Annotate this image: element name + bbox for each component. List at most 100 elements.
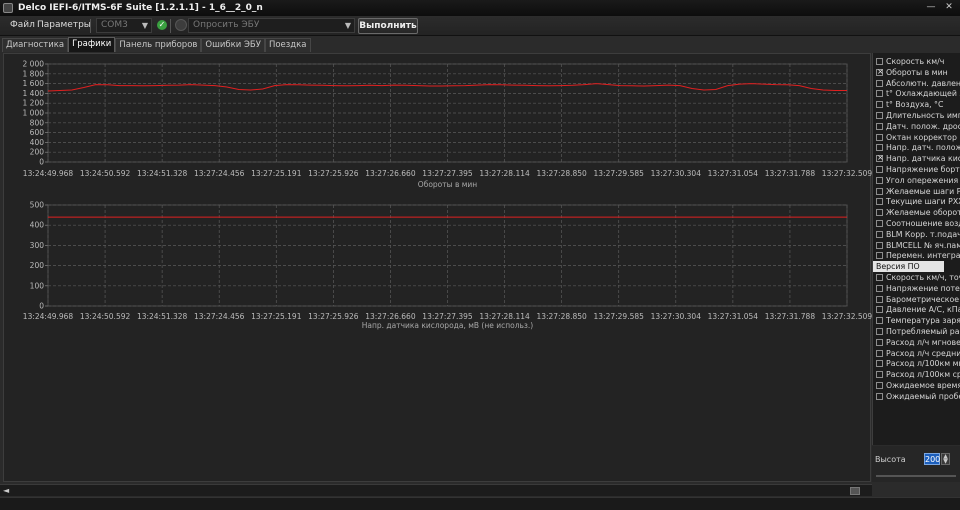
param-item[interactable]: Обороты в мин [876,66,948,78]
param-item[interactable]: Потребляемый расх [876,326,960,337]
x-tick-label: 13:27:26.660 [365,169,416,178]
param-label: Напр. датч. полож. д [886,143,960,153]
param-checkbox[interactable] [876,166,883,173]
param-item[interactable]: Температура заряд [876,315,960,326]
param-label: Скорость км/ч, точн [886,273,960,282]
param-checkbox[interactable] [876,176,883,184]
param-label: Расход л/100км сре [886,370,960,380]
close-button[interactable]: ✕ [943,2,955,13]
tab-dashboard[interactable]: Панель приборов [115,38,202,52]
scroll-left-icon[interactable]: ◄ [3,486,9,495]
minimize-button[interactable]: — [925,2,937,13]
param-checkbox[interactable] [876,122,883,130]
x-tick-label: 13:27:32.509 [822,312,872,321]
param-item[interactable]: Расход л/100км мгн [876,358,960,369]
height-spinner[interactable]: ▲ ▼ [941,453,950,465]
param-checkbox[interactable] [876,392,883,400]
menu-file[interactable]: Файл [10,20,35,30]
param-item[interactable]: t° Воздуха, °C [876,99,943,110]
param-checkbox[interactable] [876,284,883,292]
param-checkbox[interactable] [876,66,884,77]
y-tick-label: 1 800 [23,69,45,78]
y-tick-label: 0 [39,302,44,311]
tab-diagnostics[interactable]: Диагностика [2,38,69,52]
parameter-list: Скорость км/чОбороты в минАбсолютн. давл… [872,53,960,445]
param-item[interactable]: Расход л/ч средний [876,348,960,359]
param-item[interactable]: Длительность импу [876,110,960,121]
param-item[interactable]: Перемен. интеграто [876,250,960,261]
param-checkbox[interactable] [876,274,883,281]
param-item[interactable]: Желаемые оборот [876,207,960,218]
run-button[interactable]: Выполнить [358,18,418,34]
param-checkbox[interactable] [876,295,883,303]
param-checkbox[interactable] [876,209,883,217]
height-slider[interactable] [876,475,956,477]
param-label: Перемен. интеграто [886,251,960,261]
status-bar [0,497,960,510]
param-checkbox[interactable] [876,338,883,346]
param-item[interactable]: Версия ПО [873,261,944,273]
param-item[interactable]: Скорость км/ч, точн [876,272,960,283]
param-checkbox[interactable] [876,101,883,109]
param-checkbox[interactable] [876,198,883,206]
gear-icon[interactable] [175,19,187,31]
param-item[interactable]: t° Охлаждающей жи [876,88,960,99]
param-checkbox[interactable] [876,360,883,368]
tab-trip[interactable]: Поездка [264,38,311,52]
param-item[interactable]: Соотношение возду [876,218,960,229]
param-item[interactable]: Абсолютн. давлен. в [876,78,960,89]
param-checkbox[interactable] [876,144,883,152]
param-item[interactable]: BLMCELL № яч.пам. [876,240,960,251]
y-tick-label: 200 [30,261,45,270]
param-checkbox[interactable] [876,328,883,335]
tab-ecu-errors[interactable]: Ошибки ЭБУ [201,38,265,52]
param-item[interactable]: BLM Корр. т.подачи [876,229,960,240]
param-checkbox[interactable] [876,112,883,119]
param-checkbox[interactable] [876,58,883,65]
horizontal-scrollbar[interactable]: ◄ [0,484,872,496]
param-item[interactable]: Угол опережения за [876,175,960,186]
param-item[interactable]: Октан корректор [876,132,957,143]
param-checkbox[interactable] [876,382,883,389]
param-item[interactable]: Барометрическое д [876,294,960,305]
param-checkbox[interactable] [876,220,883,227]
param-item[interactable]: Давление А/С, кПа [876,304,960,315]
height-input[interactable]: 200 [924,453,940,465]
param-item[interactable]: Текущие шаги РХХ [876,196,960,207]
param-item[interactable]: Напр. датч. полож. д [876,142,960,153]
param-checkbox[interactable] [876,90,883,98]
tab-charts[interactable]: Графики [68,37,116,52]
param-checkbox[interactable] [876,230,883,238]
port-select[interactable]: COM3 ▼ [96,18,152,33]
param-item[interactable]: Ожидаемый пробег [876,391,960,402]
param-label: Расход л/ч мгновен [886,337,960,347]
scroll-thumb[interactable] [850,487,860,495]
param-item[interactable]: Расход л/100км сре [876,369,960,380]
query-select[interactable]: Опросить ЭБУ ▼ [188,18,355,33]
param-item[interactable]: Напр. датчика кисл [876,152,960,164]
param-item[interactable]: Датч. полож. дроссе [876,121,960,132]
param-item[interactable]: Ожидаемое время р [876,380,960,391]
param-checkbox[interactable] [876,306,883,314]
x-tick-label: 13:27:28.850 [536,169,587,178]
param-item[interactable]: Желаемые шаги РХХ [876,186,960,197]
param-checkbox[interactable] [876,152,884,163]
param-checkbox[interactable] [876,317,883,325]
x-tick-label: 13:27:25.191 [251,312,302,321]
param-checkbox[interactable] [876,241,883,249]
x-tick-label: 13:27:29.585 [594,169,645,178]
param-checkbox[interactable] [876,133,883,141]
param-checkbox[interactable] [876,252,883,260]
param-checkbox[interactable] [876,371,883,379]
height-label: Высота [875,455,906,464]
menu-params[interactable]: Параметры [37,20,91,30]
param-item[interactable]: Скорость км/ч [876,56,944,67]
param-checkbox[interactable] [876,187,883,195]
param-item[interactable]: Расход л/ч мгновен [876,337,960,348]
param-item[interactable]: Напряжение потенц [876,283,960,294]
param-checkbox[interactable] [876,79,883,87]
param-item[interactable]: Напряжение бортов [876,164,960,175]
spin-down-icon[interactable]: ▼ [943,458,948,465]
param-label: Напряжение бортов [886,165,960,174]
param-checkbox[interactable] [876,349,883,357]
